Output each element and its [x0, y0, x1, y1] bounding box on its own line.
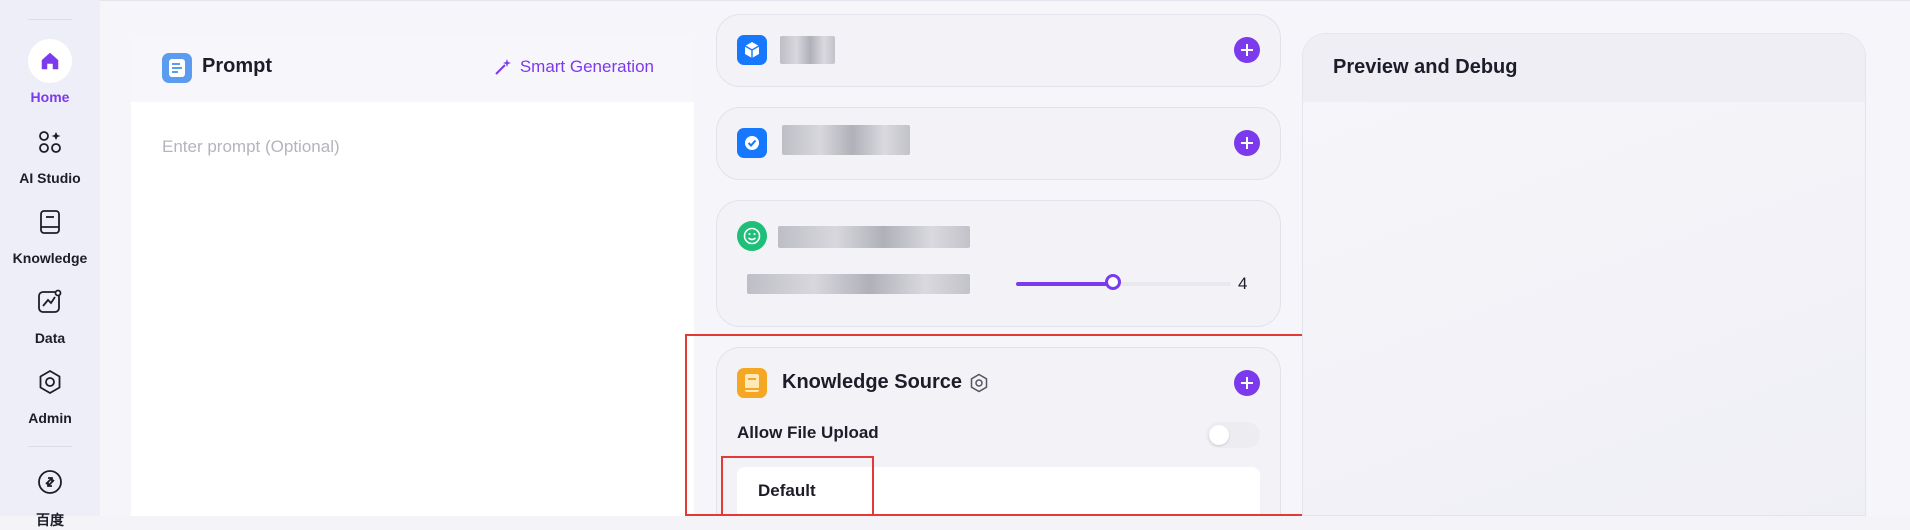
prompt-panel: Prompt Smart Generation Enter prompt (Op…: [131, 34, 694, 516]
highlight-box-default: [721, 456, 874, 516]
swap-circle-icon: [28, 460, 72, 504]
sidebar-item-label: AI Studio: [19, 170, 81, 186]
smart-generation-label: Smart Generation: [519, 57, 654, 76]
sidebar-item-label: Data: [34, 330, 66, 346]
sidebar-item-data[interactable]: Data: [0, 280, 100, 346]
book-icon: [28, 200, 72, 244]
plus-icon: [1241, 44, 1253, 56]
home-icon: [28, 39, 72, 83]
sidebar-item-home[interactable]: Home: [0, 39, 100, 105]
cube-icon: [737, 35, 767, 65]
document-icon: [162, 53, 192, 83]
sidebar-divider: [28, 19, 72, 20]
add-button[interactable]: [1234, 130, 1260, 156]
sidebar-item-label: Admin: [28, 410, 72, 426]
add-button[interactable]: [1234, 37, 1260, 63]
sidebar: Home AI Studio Knowledge Data Admin 百度: [0, 0, 101, 528]
ai-studio-icon: [28, 120, 72, 164]
sidebar-item-ai-studio[interactable]: AI Studio: [0, 120, 100, 186]
count-slider[interactable]: [1016, 274, 1231, 290]
sidebar-divider: [28, 446, 72, 447]
sidebar-item-admin[interactable]: Admin: [0, 360, 100, 426]
smart-generation-button[interactable]: Smart Generation: [494, 57, 654, 77]
sidebar-item-baidu[interactable]: 百度: [0, 460, 100, 530]
preview-title: Preview and Debug: [1333, 56, 1518, 78]
chart-icon: [28, 280, 72, 324]
magic-wand-icon: [495, 59, 511, 75]
sidebar-item-label: Knowledge: [12, 250, 88, 266]
top-divider: [100, 0, 1910, 1]
smile-icon: [737, 221, 767, 251]
slider-value: 4: [1238, 274, 1248, 293]
sidebar-item-label: 百度: [36, 512, 64, 528]
preview-panel: Preview and Debug: [1302, 33, 1866, 516]
shield-check-icon: [737, 128, 767, 158]
prompt-title: Prompt: [202, 55, 272, 77]
sidebar-item-label: Home: [30, 89, 70, 105]
prompt-input[interactable]: Enter prompt (Optional): [162, 137, 340, 157]
sidebar-item-knowledge[interactable]: Knowledge: [0, 200, 100, 266]
gear-icon: [28, 360, 72, 404]
redacted-text: [778, 226, 970, 248]
redacted-text: [782, 125, 910, 155]
redacted-text: [747, 274, 970, 294]
slider-fill: [1016, 282, 1113, 286]
tool-card-3: [716, 200, 1281, 327]
plus-icon: [1241, 137, 1253, 149]
slider-thumb[interactable]: [1105, 274, 1121, 290]
redacted-text: [780, 36, 835, 64]
